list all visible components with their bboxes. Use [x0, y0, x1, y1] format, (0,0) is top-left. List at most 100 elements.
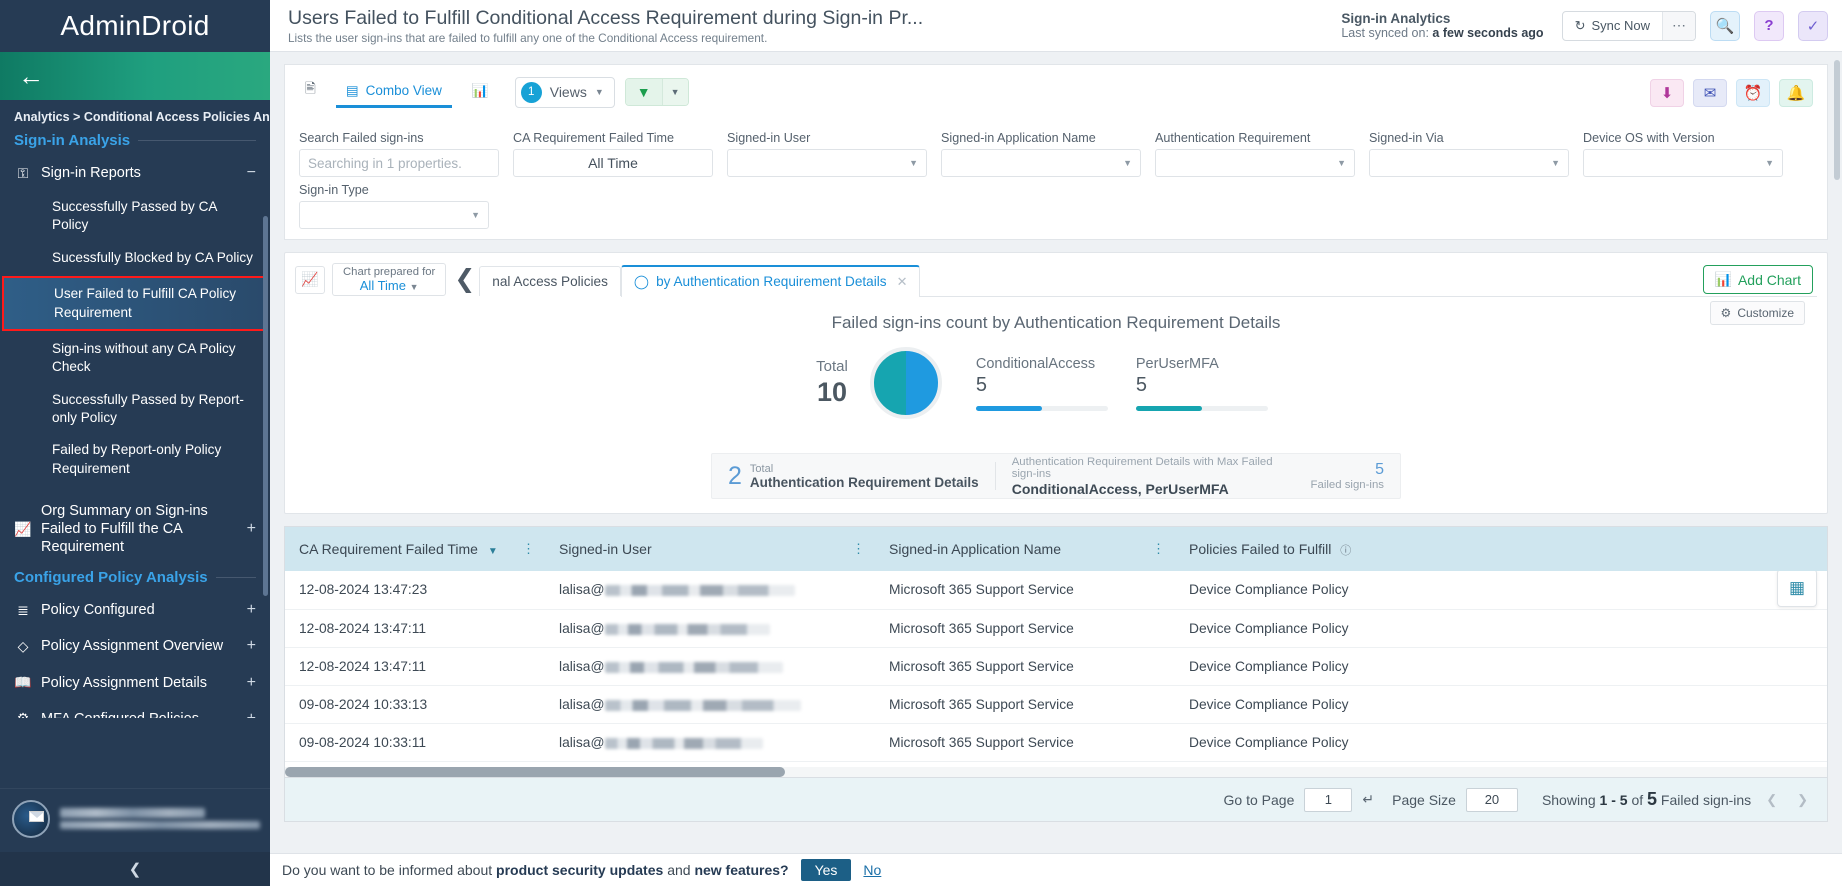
- sidebar-item-passed-by-report-only[interactable]: Successfully Passed by Report-only Polic…: [0, 384, 270, 435]
- search-input[interactable]: Searching in 1 properties.: [299, 149, 499, 177]
- cell-policy: Device Compliance Policy: [1175, 571, 1827, 609]
- sidebar-scrollbar[interactable]: [263, 216, 268, 596]
- refresh-icon: ↻: [1575, 18, 1586, 34]
- sign-in-type-select[interactable]: ▼: [299, 201, 489, 229]
- views-button[interactable]: 1 Views ▼: [515, 77, 615, 108]
- column-header-signed-in-application-name[interactable]: Signed-in Application Name ⋮: [875, 527, 1175, 571]
- cell-policy: Device Compliance Policy: [1175, 685, 1827, 723]
- legend-bar-fill: [976, 406, 1042, 411]
- table-row[interactable]: 09-08-2024 10:33:11 lalisa@ Microsoft 36…: [285, 723, 1827, 761]
- filter-label: Sign-in Type: [299, 183, 1813, 197]
- table-row[interactable]: 12-08-2024 13:47:11 lalisa@ Microsoft 36…: [285, 609, 1827, 647]
- collapse-toggle-icon[interactable]: −: [247, 164, 256, 182]
- legend-label: PerUserMFA: [1136, 356, 1296, 372]
- sidebar-item-failed-by-report-only[interactable]: Failed by Report-only Policy Requirement: [0, 434, 270, 485]
- page-number-input[interactable]: [1304, 788, 1352, 812]
- chart-tab-conditional-access-policies[interactable]: nal Access Policies: [479, 266, 621, 296]
- check-circle-icon[interactable]: ✓: [1798, 11, 1828, 41]
- sync-now-button[interactable]: ↻Sync Now ⋯: [1562, 11, 1696, 41]
- enter-icon[interactable]: ↵: [1362, 791, 1374, 808]
- table-header-row: CA Requirement Failed Time ▼ ⋮ Signed-in…: [285, 527, 1827, 571]
- back-button[interactable]: ←: [0, 52, 270, 100]
- table-horizontal-scrollbar[interactable]: [285, 767, 1827, 777]
- cell-user: lalisa@: [545, 647, 875, 685]
- chevron-right-icon[interactable]: ❯: [1792, 792, 1813, 808]
- device-os-select[interactable]: ▼: [1583, 149, 1783, 177]
- sidebar-item-user-failed-ca-policy[interactable]: User Failed to Fulfill CA Policy Require…: [4, 278, 266, 329]
- tab-document-view[interactable]: 🖹: [295, 73, 326, 111]
- banner-yes-button[interactable]: Yes: [801, 859, 852, 881]
- more-options-icon[interactable]: ⋯: [1662, 12, 1695, 40]
- authentication-requirement-select[interactable]: ▼: [1155, 149, 1355, 177]
- list-icon: ≣: [14, 602, 32, 619]
- chart-tabs-prev-button[interactable]: ❮: [446, 267, 479, 292]
- table-row[interactable]: 12-08-2024 13:47:11 lalisa@ Microsoft 36…: [285, 647, 1827, 685]
- table-row[interactable]: 12-08-2024 13:47:23 lalisa@ Microsoft 36…: [285, 571, 1827, 609]
- tab-chart-view[interactable]: 📊: [462, 77, 499, 108]
- customize-button[interactable]: ⚙ Customize: [1710, 301, 1805, 325]
- chart-prepared-for-selector[interactable]: Chart prepared for All Time ▼: [332, 263, 446, 297]
- shield-doc-icon: ⚙: [14, 710, 32, 718]
- sort-desc-icon[interactable]: ▼: [488, 546, 498, 557]
- chart-tab-by-authentication-requirement-details[interactable]: ◯ by Authentication Requirement Details …: [621, 265, 921, 297]
- sidebar-item-blocked-by-ca-policy[interactable]: Sucessfully Blocked by CA Policy: [0, 242, 270, 274]
- chart-total-label: Total: [816, 358, 848, 375]
- page-size-value[interactable]: 20: [1466, 788, 1518, 812]
- info-icon[interactable]: ⓘ: [1340, 545, 1351, 557]
- bell-icon[interactable]: 🔔: [1779, 79, 1813, 107]
- expand-toggle-icon[interactable]: +: [247, 520, 256, 538]
- legend-item-conditionalaccess[interactable]: ConditionalAccess 5: [976, 356, 1136, 411]
- tab-combo-view[interactable]: ▤ Combo View: [336, 77, 452, 108]
- sidebar-group-org-summary[interactable]: 📈 Org Summary on Sign-ins Failed to Fulf…: [0, 493, 270, 565]
- column-menu-icon[interactable]: ⋮: [852, 545, 865, 553]
- alarm-icon[interactable]: ⏰: [1736, 79, 1770, 107]
- column-menu-icon[interactable]: ⋮: [1152, 545, 1165, 553]
- close-icon[interactable]: ✕: [897, 274, 908, 290]
- bar-chart-icon[interactable]: 📈: [295, 266, 325, 294]
- question-icon[interactable]: ?: [1754, 11, 1784, 41]
- pie-chart[interactable]: [870, 347, 942, 419]
- table-row[interactable]: 09-08-2024 10:33:13 lalisa@ Microsoft 36…: [285, 685, 1827, 723]
- banner-no-link[interactable]: No: [863, 862, 881, 878]
- main-scrollbar[interactable]: [1834, 60, 1840, 180]
- sidebar-group-sign-in-reports[interactable]: ⚿ Sign-in Reports −: [0, 155, 270, 191]
- column-header-signed-in-user[interactable]: Signed-in User ⋮: [545, 527, 875, 571]
- sidebar-group-policy-configured[interactable]: ≣ Policy Configured +: [0, 592, 270, 628]
- chevron-left-icon[interactable]: ❮: [1761, 792, 1782, 808]
- time-range-select[interactable]: All Time: [513, 149, 713, 177]
- legend-item-perusermfa[interactable]: PerUserMFA 5: [1136, 356, 1296, 411]
- column-menu-icon[interactable]: ⋮: [522, 545, 535, 553]
- expand-toggle-icon[interactable]: +: [247, 710, 256, 718]
- sidebar-collapse-button[interactable]: ❮: [0, 852, 270, 886]
- filter-dropdown-caret[interactable]: ▼: [662, 79, 688, 105]
- analytics-label: Sign-in Analytics: [1341, 11, 1543, 26]
- sidebar-group-policy-assignment-details[interactable]: 📖 Policy Assignment Details +: [0, 665, 270, 701]
- cell-time: 09-08-2024 10:33:11: [285, 723, 545, 761]
- application-name-select[interactable]: ▼: [941, 149, 1141, 177]
- add-chart-label: Add Chart: [1738, 272, 1801, 288]
- sidebar-group-mfa-configured-policies[interactable]: ⚙ MFA Configured Policies +: [0, 701, 270, 718]
- signed-in-user-select[interactable]: ▼: [727, 149, 927, 177]
- grid-settings-icon[interactable]: ▦: [1777, 569, 1817, 607]
- table-pagination: Go to Page ↵ Page Size 20 Showing 1 - 5 …: [284, 778, 1828, 822]
- expand-toggle-icon[interactable]: +: [247, 674, 256, 692]
- user-account-bar[interactable]: ⏻: [0, 788, 270, 848]
- expand-toggle-icon[interactable]: +: [247, 637, 256, 655]
- expand-toggle-icon[interactable]: +: [247, 601, 256, 619]
- cell-policy: Device Compliance Policy: [1175, 647, 1827, 685]
- download-icon[interactable]: ⬇: [1650, 79, 1684, 107]
- funnel-icon[interactable]: ▼: [626, 79, 662, 105]
- avatar[interactable]: [12, 800, 50, 838]
- brand-logo[interactable]: AdminDroid: [0, 0, 270, 52]
- legend-bar-track: [976, 406, 1108, 411]
- email-icon[interactable]: ✉: [1693, 79, 1727, 107]
- add-chart-button[interactable]: 📊 Add Chart: [1703, 265, 1813, 294]
- sidebar-item-signins-without-ca-check[interactable]: Sign-ins without any CA Policy Check: [0, 333, 270, 384]
- column-header-policies-failed-to-fulfill[interactable]: Policies Failed to Fulfill ⓘ: [1175, 527, 1827, 571]
- sidebar-group-policy-assignment-overview[interactable]: ◇ Policy Assignment Overview +: [0, 628, 270, 664]
- search-icon[interactable]: 🔍: [1710, 11, 1740, 41]
- data-table-card: ▦ CA Requirement Failed Time ▼ ⋮ Signed-…: [284, 526, 1828, 778]
- signed-in-via-select[interactable]: ▼: [1369, 149, 1569, 177]
- column-header-ca-requirement-failed-time[interactable]: CA Requirement Failed Time ▼ ⋮: [285, 527, 545, 571]
- sidebar-item-passed-by-ca-policy[interactable]: Successfully Passed by CA Policy: [0, 191, 270, 242]
